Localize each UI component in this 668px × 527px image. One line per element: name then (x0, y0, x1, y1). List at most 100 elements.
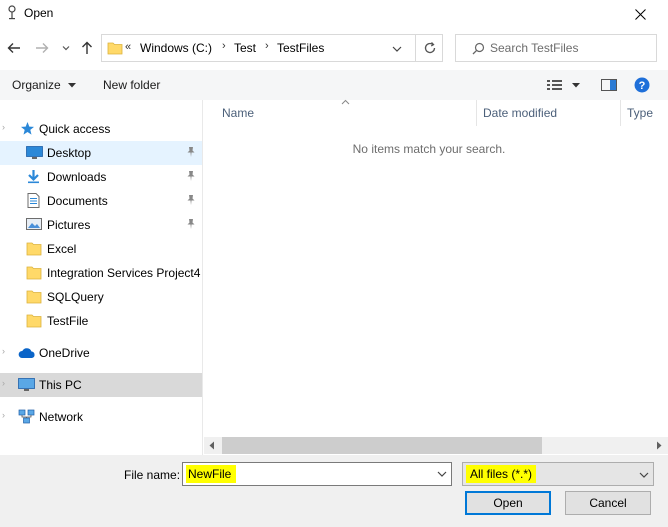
close-button[interactable] (612, 0, 668, 28)
arrow-left-icon (7, 42, 21, 54)
file-type-select[interactable]: All files (*.*) (462, 462, 654, 486)
pin-icon[interactable] (185, 218, 197, 233)
sort-ascending-icon (341, 99, 350, 105)
arrow-up-icon (81, 41, 93, 55)
breadcrumb-test[interactable]: Test (234, 41, 256, 55)
folder-icon (26, 313, 42, 331)
nav-item-excel[interactable]: Excel (0, 237, 202, 261)
command-bar: Organize New folder ? (0, 70, 668, 100)
nav-onedrive[interactable]: › OneDrive (0, 341, 202, 365)
app-icon (6, 5, 18, 21)
nav-label: Network (39, 410, 84, 424)
nav-label: Pictures (47, 218, 91, 232)
help-button[interactable]: ? (634, 77, 650, 93)
file-name-label: File name: (124, 468, 181, 482)
computer-icon (18, 377, 35, 395)
pane-divider[interactable] (202, 100, 203, 455)
chevron-down-icon (392, 46, 402, 52)
open-button[interactable]: Open (465, 491, 551, 515)
document-icon (27, 193, 40, 211)
refresh-button[interactable] (415, 35, 443, 61)
expand-arrow-icon[interactable]: › (2, 378, 5, 388)
title-bar: Open (0, 0, 668, 28)
nav-this-pc[interactable]: › This PC (0, 373, 202, 397)
expand-arrow-icon[interactable]: › (2, 346, 5, 356)
nav-label: TestFile (47, 314, 89, 328)
empty-message: No items match your search. (352, 142, 506, 156)
window-title: Open (24, 6, 54, 20)
nav-label: OneDrive (39, 346, 90, 360)
nav-item-integration-services-project4[interactable]: Integration Services Project4 (0, 261, 202, 285)
back-button[interactable] (4, 38, 24, 58)
nav-item-documents[interactable]: Documents (0, 189, 202, 213)
nav-label: Quick access (39, 122, 111, 136)
address-dropdown-button[interactable] (387, 39, 407, 59)
scroll-right-icon[interactable] (656, 441, 663, 450)
caret-down-icon (68, 83, 77, 88)
nav-label: SQLQuery (47, 290, 104, 304)
nav-quick-access[interactable]: › Quick access (0, 117, 202, 141)
expand-arrow-icon[interactable]: › (2, 122, 5, 132)
pin-icon[interactable] (185, 194, 197, 209)
chevron-down-icon (437, 471, 447, 477)
folder-icon (26, 265, 42, 283)
help-icon: ? (634, 77, 650, 93)
scrollbar-thumb[interactable] (222, 437, 542, 454)
search-input[interactable] (490, 38, 650, 58)
column-divider[interactable] (620, 100, 621, 126)
desktop-icon (26, 145, 43, 163)
breadcrumb-separator[interactable]: › (222, 40, 226, 52)
nav-label: Downloads (47, 170, 107, 184)
nav-label: Integration Services Project4 (47, 266, 201, 280)
nav-item-desktop[interactable]: Desktop (0, 141, 202, 165)
download-icon (26, 169, 41, 187)
navigation-pane: › Quick access Desktop Downloads Documen… (0, 100, 202, 455)
expand-arrow-icon[interactable]: › (2, 410, 5, 420)
nav-label: Documents (47, 194, 108, 208)
address-bar[interactable]: « Windows (C:) › Test › TestFiles (101, 34, 443, 62)
view-options-button[interactable] (546, 78, 584, 92)
nav-item-pictures[interactable]: Pictures (0, 213, 202, 237)
file-name-input[interactable] (186, 465, 236, 483)
nav-item-downloads[interactable]: Downloads (0, 165, 202, 189)
up-button[interactable] (77, 38, 97, 58)
file-type-value: All files (*.*) (466, 465, 537, 483)
search-box[interactable] (455, 34, 657, 62)
file-type-dropdown-button[interactable] (635, 466, 653, 484)
cancel-button[interactable]: Cancel (565, 491, 651, 515)
organize-menu[interactable]: Organize (12, 78, 77, 92)
chevron-down-icon (62, 45, 70, 51)
nav-network[interactable]: › Network (0, 405, 202, 429)
details-view-icon (547, 80, 580, 90)
preview-pane-icon (601, 79, 617, 91)
scroll-left-icon[interactable] (208, 441, 215, 450)
horizontal-scrollbar[interactable] (204, 437, 668, 454)
star-icon (20, 121, 35, 139)
pin-icon[interactable] (185, 146, 197, 161)
pin-icon[interactable] (185, 170, 197, 185)
breadcrumb-testfiles[interactable]: TestFiles (277, 41, 324, 55)
cloud-icon (18, 347, 36, 362)
breadcrumb-overflow[interactable]: « (125, 41, 131, 53)
forward-button[interactable] (32, 38, 52, 58)
breadcrumb-drive[interactable]: Windows (C:) (140, 41, 212, 55)
nav-item-testfile[interactable]: TestFile (0, 309, 202, 333)
breadcrumb-separator[interactable]: › (265, 40, 269, 52)
file-name-dropdown-button[interactable] (433, 465, 451, 483)
nav-label: Excel (47, 242, 77, 256)
svg-text:?: ? (639, 80, 646, 92)
column-header-type[interactable]: Type (627, 106, 653, 120)
close-icon (634, 8, 646, 20)
new-folder-button[interactable]: New folder (103, 78, 160, 92)
column-header-name[interactable]: Name (222, 106, 254, 120)
network-icon (18, 409, 35, 427)
column-divider[interactable] (476, 100, 477, 126)
nav-label: Desktop (47, 146, 92, 160)
refresh-icon (423, 41, 437, 55)
folder-icon (26, 289, 42, 307)
preview-pane-button[interactable] (601, 78, 617, 92)
file-name-combobox[interactable] (182, 462, 452, 486)
nav-item-sqlquery[interactable]: SQLQuery (0, 285, 202, 309)
column-header-date-modified[interactable]: Date modified (483, 106, 557, 120)
recent-locations-button[interactable] (58, 40, 74, 56)
